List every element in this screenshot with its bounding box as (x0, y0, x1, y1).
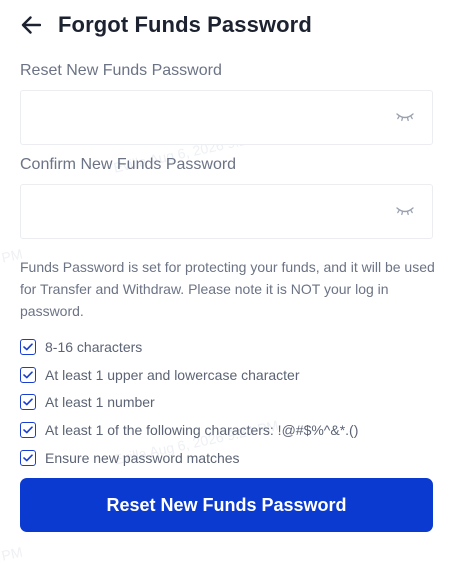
password-requirements: 8-16 characters At least 1 upper and low… (20, 333, 440, 471)
requirement-text: 8-16 characters (45, 338, 143, 355)
requirement-text: At least 1 upper and lowercase character (45, 366, 300, 383)
reset-password-label: Reset New Funds Password (20, 62, 222, 79)
confirm-password-input[interactable] (33, 185, 383, 238)
back-button[interactable] (20, 14, 42, 36)
confirm-password-label: Confirm New Funds Password (20, 156, 237, 173)
arrow-left-icon (21, 16, 41, 34)
eye-closed-icon[interactable] (396, 204, 414, 218)
checkbox-checked-icon (20, 338, 36, 355)
reset-password-input[interactable] (33, 91, 383, 144)
page-title: Forgot Funds Password (58, 12, 312, 37)
requirement-item: At least 1 number (20, 388, 440, 416)
requirement-text: Ensure new password matches (45, 449, 240, 466)
confirm-password-field (20, 184, 433, 239)
watermark: PM (0, 543, 24, 564)
checkbox-checked-icon (20, 449, 36, 466)
checkbox-checked-icon (20, 394, 36, 411)
checkbox-checked-icon (20, 421, 36, 438)
info-text: Funds Password is set for protecting you… (20, 259, 435, 319)
requirement-item: Ensure new password matches (20, 444, 440, 472)
reset-funds-password-button[interactable]: Reset New Funds Password (20, 478, 433, 532)
requirement-item: At least 1 of the following characters: … (20, 416, 440, 444)
forgot-funds-password-page: Evilla Aug 6, 2026 9:24 PM Evilla Aug 6,… (0, 0, 452, 570)
reset-password-field (20, 90, 433, 145)
requirement-text: At least 1 of the following characters: … (45, 421, 359, 438)
requirement-item: At least 1 upper and lowercase character (20, 361, 440, 389)
requirement-item: 8-16 characters (20, 333, 440, 361)
eye-closed-icon[interactable] (396, 110, 414, 124)
header: Forgot Funds Password (20, 10, 312, 40)
requirement-text: At least 1 number (45, 394, 155, 411)
checkbox-checked-icon (20, 366, 36, 383)
